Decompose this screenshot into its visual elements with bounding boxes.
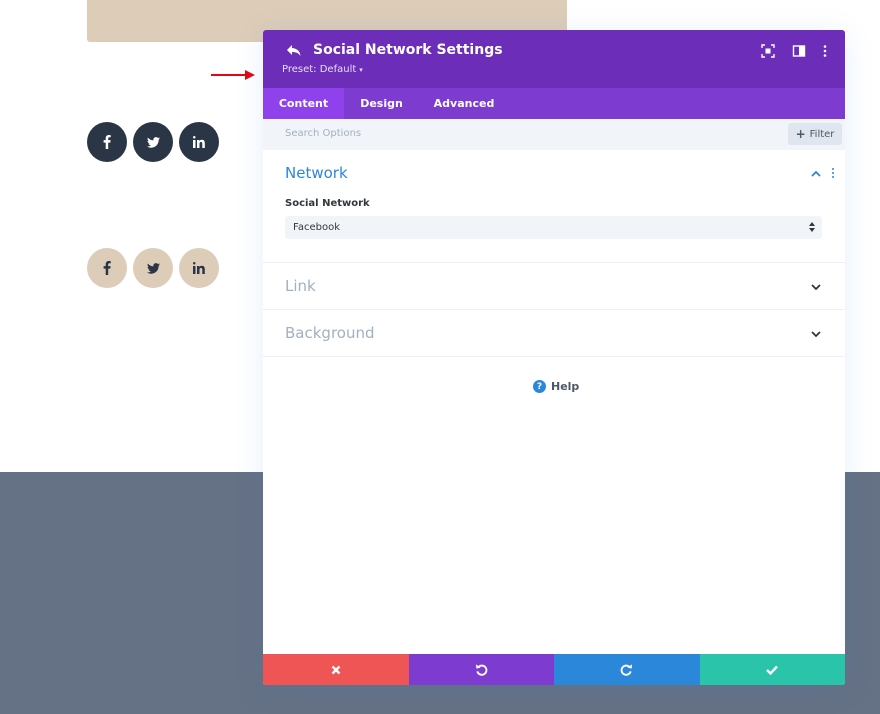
facebook-icon[interactable]	[87, 248, 127, 288]
search-options-bar: Search Options + Filter	[263, 119, 845, 150]
redo-icon	[620, 664, 633, 676]
undo-button[interactable]	[408, 654, 554, 685]
section-divider	[263, 262, 845, 263]
select-arrows-icon	[809, 222, 815, 232]
social-follow-dark	[87, 122, 219, 162]
social-network-label: Social Network	[285, 198, 370, 209]
filter-button[interactable]: + Filter	[788, 123, 842, 145]
save-button[interactable]	[699, 654, 845, 685]
facebook-icon[interactable]	[87, 122, 127, 162]
section-title-background[interactable]: Background	[285, 324, 375, 342]
section-title-link[interactable]: Link	[285, 277, 316, 295]
red-arrow-indicator	[211, 70, 255, 80]
section-title-network[interactable]: Network	[285, 164, 348, 182]
section-divider	[263, 309, 845, 310]
back-icon[interactable]	[285, 42, 303, 60]
twitter-icon[interactable]	[133, 248, 173, 288]
linkedin-icon[interactable]	[179, 122, 219, 162]
tab-advanced[interactable]: Advanced	[419, 88, 509, 119]
cancel-button[interactable]	[263, 654, 409, 685]
undo-icon	[475, 664, 488, 676]
tab-design[interactable]: Design	[344, 88, 419, 119]
preset-label: Preset: Default	[282, 64, 357, 75]
redo-button[interactable]	[554, 654, 700, 685]
more-vertical-icon[interactable]	[818, 44, 832, 58]
split-view-icon[interactable]	[792, 44, 806, 58]
section-menu-icon[interactable]	[831, 167, 835, 179]
social-network-select[interactable]: Facebook	[285, 216, 822, 239]
fullscreen-icon[interactable]	[761, 44, 775, 58]
help-label: Help	[551, 380, 580, 393]
chevron-down-icon[interactable]	[810, 281, 822, 293]
help-icon: ?	[533, 380, 546, 393]
select-value: Facebook	[293, 222, 340, 233]
close-icon	[331, 665, 341, 674]
chevron-up-icon[interactable]	[810, 168, 822, 180]
caret-down-icon: ▾	[359, 66, 363, 74]
tab-content[interactable]: Content	[263, 88, 344, 119]
chevron-down-icon[interactable]	[810, 328, 822, 340]
social-follow-tan	[87, 248, 219, 288]
search-input[interactable]: Search Options	[285, 128, 361, 139]
check-icon	[766, 665, 779, 675]
filter-label: Filter	[809, 128, 835, 140]
section-divider	[263, 356, 845, 357]
linkedin-icon[interactable]	[179, 248, 219, 288]
modal-actions	[263, 654, 845, 685]
tab-bar: Content Design Advanced	[263, 88, 845, 119]
preset-selector[interactable]: Preset: Default ▾	[282, 64, 363, 75]
settings-modal: Social Network Settings Preset: Default ▾…	[263, 30, 845, 685]
help-link[interactable]: ? Help	[533, 380, 579, 393]
modal-title: Social Network Settings	[313, 42, 503, 58]
plus-icon: +	[795, 127, 806, 141]
modal-header: Social Network Settings Preset: Default ▾	[263, 30, 845, 88]
twitter-icon[interactable]	[133, 122, 173, 162]
